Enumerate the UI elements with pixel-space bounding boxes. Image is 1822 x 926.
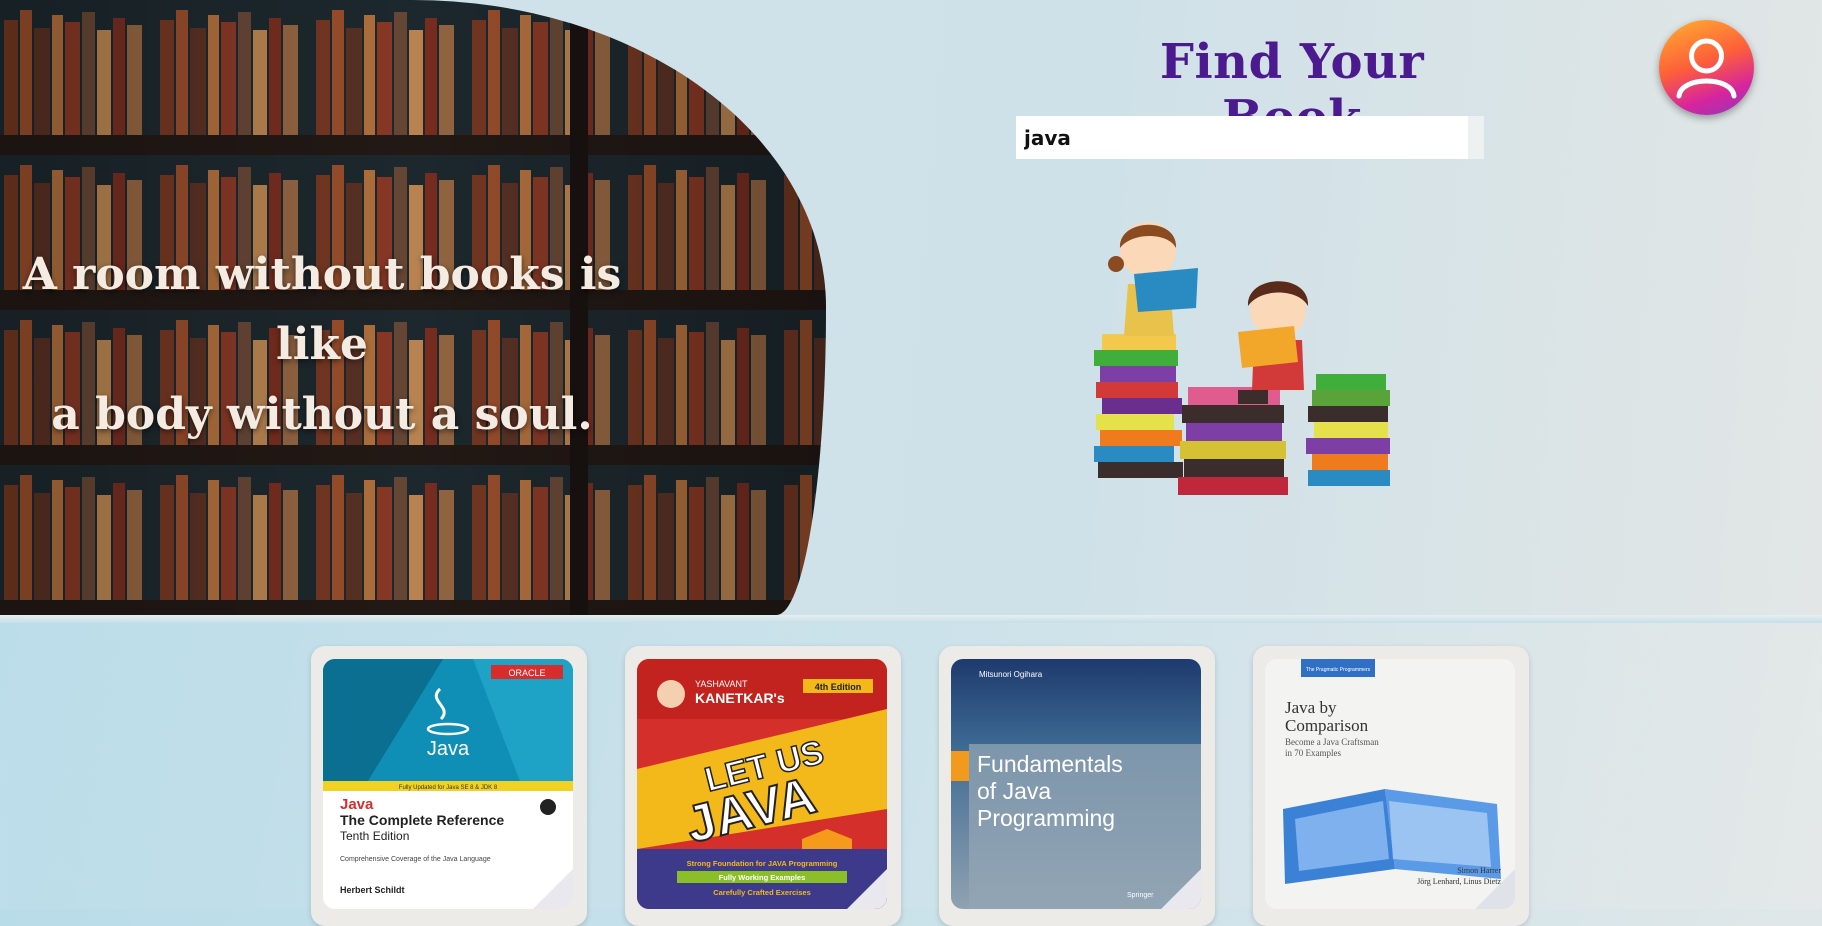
cover-edition: Tenth Edition (340, 829, 409, 843)
book-card[interactable]: ORACLE Java Fully Updated for Java SE 8 … (311, 646, 587, 926)
cover-author-1: Simon Harrer (1457, 866, 1501, 875)
cover-title-line-1: Java by (1285, 698, 1337, 717)
cover-edition: 4th Edition (815, 682, 862, 692)
book-stack-right (1306, 374, 1390, 486)
book-cover: YASHAVANT KANETKAR's 4th Edition LET US … (637, 659, 887, 909)
hero-quote: A room without books is like a body with… (0, 240, 644, 450)
cover-bullet-3: Carefully Crafted Exercises (713, 888, 811, 897)
cover-title-line-2: Comparison (1285, 716, 1369, 735)
cover-bullet-1: Strong Foundation for JAVA Programming (687, 859, 838, 868)
cover-publisher: Springer (1127, 892, 1154, 899)
cover-subtitle-1: Become a Java Craftsman (1285, 737, 1379, 747)
search-button[interactable] (1468, 116, 1484, 159)
user-icon (1676, 38, 1737, 99)
book-card[interactable]: Mitsunori Ogihara Fundamentals of Java P… (939, 646, 1215, 926)
cover-author: KANETKAR's (695, 690, 785, 706)
cover-series: The Pragmatic Programmers (1306, 667, 1371, 673)
cover-desc: Comprehensive Coverage of the Java Langu… (340, 856, 491, 863)
book-cover: Mitsunori Ogihara Fundamentals of Java P… (951, 659, 1201, 909)
book-stack-middle (1178, 387, 1288, 495)
cover-author: Herbert Schildt (340, 885, 405, 895)
book-cover: The Pragmatic Programmers Java by Compar… (1265, 659, 1515, 909)
cover-author: Mitsunori Ogihara (979, 670, 1043, 679)
cover-title: Java (340, 796, 374, 813)
book-cover: ORACLE Java Fully Updated for Java SE 8 … (323, 659, 573, 909)
cover-title-line-3: Programming (977, 805, 1115, 831)
cover-bullet-2: Fully Working Examples (719, 873, 806, 882)
cover-subtitle-2: in 70 Examples (1285, 748, 1341, 758)
boy-figure (1238, 281, 1309, 404)
kids-reading-illustration (1094, 222, 1390, 495)
search-input[interactable] (1016, 116, 1484, 159)
java-logo-text: Java (427, 738, 470, 760)
book-card[interactable]: The Pragmatic Programmers Java by Compar… (1253, 646, 1529, 926)
cover-author-top: YASHAVANT (695, 679, 748, 689)
quote-line-1: A room without books is like (22, 249, 622, 370)
cover-subtitle: The Complete Reference (340, 812, 504, 828)
cover-title-line-1: Fundamentals (977, 751, 1123, 777)
hero-section: A room without books is like a body with… (0, 0, 1822, 615)
section-divider (0, 615, 1822, 623)
brand-label: ORACLE (508, 668, 545, 678)
book-card[interactable]: YASHAVANT KANETKAR's 4th Edition LET US … (625, 646, 901, 926)
girl-figure (1108, 222, 1198, 336)
cover-author-2: Jörg Lenhard, Linus Dietz (1417, 877, 1501, 886)
cover-tagline: Fully Updated for Java SE 8 & JDK 8 (399, 785, 498, 791)
profile-button[interactable] (1659, 20, 1754, 115)
quote-line-2: a body without a soul. (51, 389, 593, 440)
book-stack-left (1094, 334, 1183, 478)
cover-title-line-2: of Java (977, 778, 1051, 804)
